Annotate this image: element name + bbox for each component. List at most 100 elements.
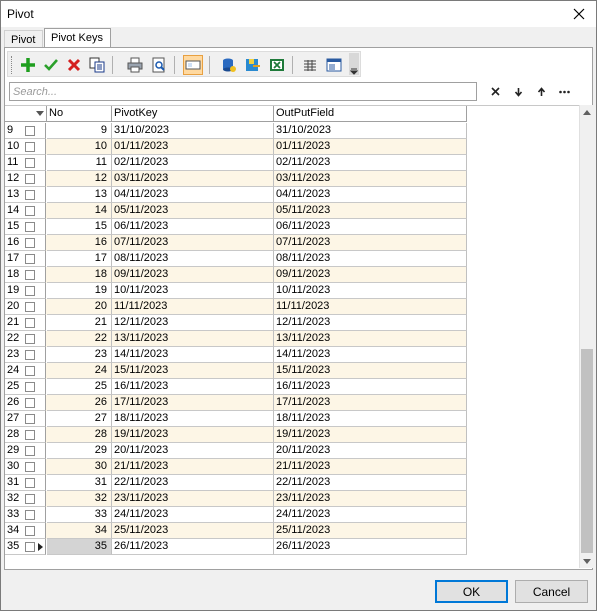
row-checkbox[interactable] — [25, 430, 35, 440]
cell-outputfield[interactable]: 08/11/2023 — [274, 251, 467, 267]
table-row[interactable]: 28 28 19/11/2023 19/11/2023 — [5, 427, 467, 443]
cell-no[interactable]: 23 — [47, 347, 112, 363]
cell-outputfield[interactable]: 22/11/2023 — [274, 475, 467, 491]
cell-outputfield[interactable]: 31/10/2023 — [274, 123, 467, 139]
cell-no[interactable]: 14 — [47, 203, 112, 219]
cell-pivotkey[interactable]: 09/11/2023 — [112, 267, 274, 283]
cell-pivotkey[interactable]: 19/11/2023 — [112, 427, 274, 443]
cell-outputfield[interactable]: 10/11/2023 — [274, 283, 467, 299]
cell-no[interactable]: 26 — [47, 395, 112, 411]
cell-no[interactable]: 27 — [47, 411, 112, 427]
cell-outputfield[interactable]: 06/11/2023 — [274, 219, 467, 235]
cell-pivotkey[interactable]: 01/11/2023 — [112, 139, 274, 155]
cell-pivotkey[interactable]: 15/11/2023 — [112, 363, 274, 379]
table-row[interactable]: 22 22 13/11/2023 13/11/2023 — [5, 331, 467, 347]
row-checkbox[interactable] — [25, 462, 35, 472]
cell-pivotkey[interactable]: 11/11/2023 — [112, 299, 274, 315]
table-row[interactable]: 32 32 23/11/2023 23/11/2023 — [5, 491, 467, 507]
close-button[interactable] — [562, 1, 596, 27]
cell-pivotkey[interactable]: 25/11/2023 — [112, 523, 274, 539]
find-next-button[interactable] — [507, 82, 529, 101]
layout-button[interactable] — [324, 55, 344, 75]
cell-no[interactable]: 31 — [47, 475, 112, 491]
copy-button[interactable] — [87, 55, 107, 75]
cell-no[interactable]: 12 — [47, 171, 112, 187]
table-row[interactable]: 19 19 10/11/2023 10/11/2023 — [5, 283, 467, 299]
row-header[interactable]: 22 — [5, 331, 46, 347]
cell-no[interactable]: 28 — [47, 427, 112, 443]
toolbar-grip[interactable] — [11, 56, 14, 74]
cell-outputfield[interactable]: 26/11/2023 — [274, 539, 467, 555]
tab-pivot[interactable]: Pivot — [4, 30, 43, 48]
row-header[interactable]: 17 — [5, 251, 46, 267]
cell-pivotkey[interactable]: 10/11/2023 — [112, 283, 274, 299]
save-button[interactable] — [41, 55, 61, 75]
table-row[interactable]: 13 13 04/11/2023 04/11/2023 — [5, 187, 467, 203]
cell-outputfield[interactable]: 07/11/2023 — [274, 235, 467, 251]
cell-pivotkey[interactable]: 24/11/2023 — [112, 507, 274, 523]
row-checkbox[interactable] — [25, 158, 35, 168]
cell-outputfield[interactable]: 11/11/2023 — [274, 299, 467, 315]
row-header[interactable]: 31 — [5, 475, 46, 491]
row-header[interactable]: 11 — [5, 155, 46, 171]
cell-no[interactable]: 34 — [47, 523, 112, 539]
cell-no[interactable]: 20 — [47, 299, 112, 315]
cell-outputfield[interactable]: 03/11/2023 — [274, 171, 467, 187]
table-row[interactable]: 11 11 02/11/2023 02/11/2023 — [5, 155, 467, 171]
row-header[interactable]: 25 — [5, 379, 46, 395]
row-checkbox[interactable] — [25, 270, 35, 280]
toggle-view-button[interactable] — [183, 55, 203, 75]
cell-pivotkey[interactable]: 14/11/2023 — [112, 347, 274, 363]
cell-pivotkey[interactable]: 21/11/2023 — [112, 459, 274, 475]
cell-outputfield[interactable]: 24/11/2023 — [274, 507, 467, 523]
row-checkbox[interactable] — [25, 142, 35, 152]
row-header[interactable]: 24 — [5, 363, 46, 379]
row-header[interactable]: 34 — [5, 523, 46, 539]
excel-export-button[interactable] — [267, 55, 287, 75]
cell-no[interactable]: 32 — [47, 491, 112, 507]
toolbar-overflow-button[interactable] — [349, 53, 359, 75]
header-selector[interactable] — [5, 106, 47, 122]
row-checkbox[interactable] — [25, 302, 35, 312]
row-header[interactable]: 29 — [5, 443, 46, 459]
cell-outputfield[interactable]: 12/11/2023 — [274, 315, 467, 331]
row-header[interactable]: 14 — [5, 203, 46, 219]
cell-pivotkey[interactable]: 12/11/2023 — [112, 315, 274, 331]
row-checkbox[interactable] — [25, 398, 35, 408]
cell-no[interactable]: 10 — [47, 139, 112, 155]
cell-pivotkey[interactable]: 04/11/2023 — [112, 187, 274, 203]
row-checkbox[interactable] — [25, 542, 35, 552]
row-header[interactable]: 35 — [5, 539, 46, 555]
cell-outputfield[interactable]: 01/11/2023 — [274, 139, 467, 155]
row-checkbox[interactable] — [25, 238, 35, 248]
cell-outputfield[interactable]: 16/11/2023 — [274, 379, 467, 395]
cell-pivotkey[interactable]: 31/10/2023 — [112, 123, 274, 139]
scroll-up-button[interactable] — [580, 105, 594, 119]
cell-outputfield[interactable]: 13/11/2023 — [274, 331, 467, 347]
table-row[interactable]: 10 10 01/11/2023 01/11/2023 — [5, 139, 467, 155]
row-header[interactable]: 18 — [5, 267, 46, 283]
row-checkbox[interactable] — [25, 446, 35, 456]
cell-outputfield[interactable]: 05/11/2023 — [274, 203, 467, 219]
cell-outputfield[interactable]: 23/11/2023 — [274, 491, 467, 507]
cell-no[interactable]: 29 — [47, 443, 112, 459]
row-header[interactable]: 13 — [5, 187, 46, 203]
table-row[interactable]: 26 26 17/11/2023 17/11/2023 — [5, 395, 467, 411]
cell-outputfield[interactable]: 21/11/2023 — [274, 459, 467, 475]
row-header[interactable]: 9 — [5, 123, 46, 139]
ok-button[interactable]: OK — [435, 580, 508, 603]
columns-button[interactable] — [300, 55, 320, 75]
table-row[interactable]: 29 29 20/11/2023 20/11/2023 — [5, 443, 467, 459]
cell-no[interactable]: 15 — [47, 219, 112, 235]
column-header-pivotkey[interactable]: PivotKey — [112, 106, 274, 122]
table-row[interactable]: 18 18 09/11/2023 09/11/2023 — [5, 267, 467, 283]
row-checkbox[interactable] — [25, 510, 35, 520]
row-checkbox[interactable] — [25, 382, 35, 392]
table-row[interactable]: 9 9 31/10/2023 31/10/2023 — [5, 123, 467, 139]
scroll-down-button[interactable] — [580, 554, 594, 568]
cell-pivotkey[interactable]: 06/11/2023 — [112, 219, 274, 235]
table-row[interactable]: 33 33 24/11/2023 24/11/2023 — [5, 507, 467, 523]
row-header[interactable]: 32 — [5, 491, 46, 507]
column-header-no[interactable]: No — [47, 106, 112, 122]
row-checkbox[interactable] — [25, 334, 35, 344]
